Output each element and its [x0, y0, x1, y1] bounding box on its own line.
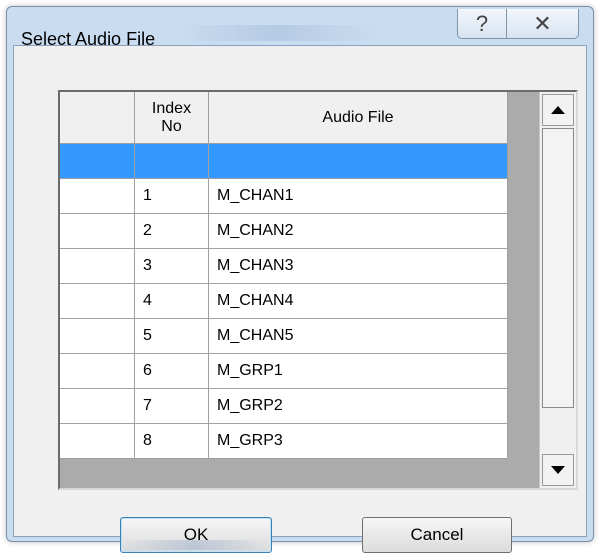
table-row[interactable]	[60, 144, 508, 179]
index-cell[interactable]: 8	[135, 424, 209, 459]
table-row[interactable]: 7 M_GRP2	[60, 389, 508, 424]
index-cell[interactable]: 4	[135, 284, 209, 319]
index-cell[interactable]: 7	[135, 389, 209, 424]
scroll-up-button[interactable]	[542, 94, 574, 126]
audio-file-cell[interactable]: M_GRP3	[209, 424, 508, 459]
audio-file-cell[interactable]: M_CHAN2	[209, 214, 508, 249]
row-selector-cell[interactable]	[60, 179, 135, 214]
table-row[interactable]: 6 M_GRP1	[60, 354, 508, 389]
row-selector-cell[interactable]	[60, 284, 135, 319]
dialog-client-area: Index No Audio File 1 M_CHAN1 2 M_CHAN2 …	[13, 45, 587, 553]
table-row[interactable]: 2 M_CHAN2	[60, 214, 508, 249]
table-row[interactable]: 4 M_CHAN4	[60, 284, 508, 319]
audio-file-cell[interactable]	[209, 144, 508, 179]
index-cell[interactable]	[135, 144, 209, 179]
arrow-up-icon	[551, 106, 565, 114]
index-cell[interactable]: 2	[135, 214, 209, 249]
close-button[interactable]: ✕	[507, 9, 579, 39]
audio-file-grid[interactable]: Index No Audio File 1 M_CHAN1 2 M_CHAN2 …	[58, 90, 578, 490]
help-icon: ?	[475, 10, 489, 36]
row-selector-cell[interactable]	[60, 354, 135, 389]
grid-rows: 1 M_CHAN1 2 M_CHAN2 3 M_CHAN3 4 M_CHAN4	[60, 144, 508, 459]
index-cell[interactable]: 1	[135, 179, 209, 214]
audio-file-cell[interactable]: M_CHAN5	[209, 319, 508, 354]
index-cell[interactable]: 3	[135, 249, 209, 284]
audio-file-cell[interactable]: M_GRP1	[209, 354, 508, 389]
row-selector-cell[interactable]	[60, 214, 135, 249]
background-title-ghost	[177, 25, 377, 41]
cancel-button[interactable]: Cancel	[362, 517, 512, 553]
header-row-selector[interactable]	[60, 92, 135, 144]
index-cell[interactable]: 6	[135, 354, 209, 389]
audio-file-cell[interactable]: M_CHAN1	[209, 179, 508, 214]
table-row[interactable]: 8 M_GRP3	[60, 424, 508, 459]
row-selector-cell[interactable]	[60, 389, 135, 424]
audio-file-cell[interactable]: M_CHAN4	[209, 284, 508, 319]
header-index-no[interactable]: Index No	[135, 92, 209, 144]
grid-header: Index No Audio File	[60, 92, 508, 144]
row-selector-cell[interactable]	[60, 319, 135, 354]
scrollbar-thumb[interactable]	[542, 128, 574, 408]
close-icon: ✕	[533, 10, 552, 36]
index-cell[interactable]: 5	[135, 319, 209, 354]
audio-file-cell[interactable]: M_GRP2	[209, 389, 508, 424]
header-audio-file[interactable]: Audio File	[209, 92, 508, 144]
row-selector-cell[interactable]	[60, 144, 135, 179]
audio-file-cell[interactable]: M_CHAN3	[209, 249, 508, 284]
row-selector-cell[interactable]	[60, 424, 135, 459]
table-row[interactable]: 5 M_CHAN5	[60, 319, 508, 354]
dialog-window: Select Audio File ? ✕ Index No Audio Fil…	[6, 6, 594, 553]
scroll-down-button[interactable]	[542, 454, 574, 486]
vertical-scrollbar[interactable]	[539, 92, 576, 488]
table-row[interactable]: 1 M_CHAN1	[60, 179, 508, 214]
row-selector-cell[interactable]	[60, 249, 135, 284]
table-row[interactable]: 3 M_CHAN3	[60, 249, 508, 284]
help-button[interactable]: ?	[457, 9, 507, 39]
background-ghost	[120, 540, 270, 550]
arrow-down-icon	[551, 466, 565, 474]
